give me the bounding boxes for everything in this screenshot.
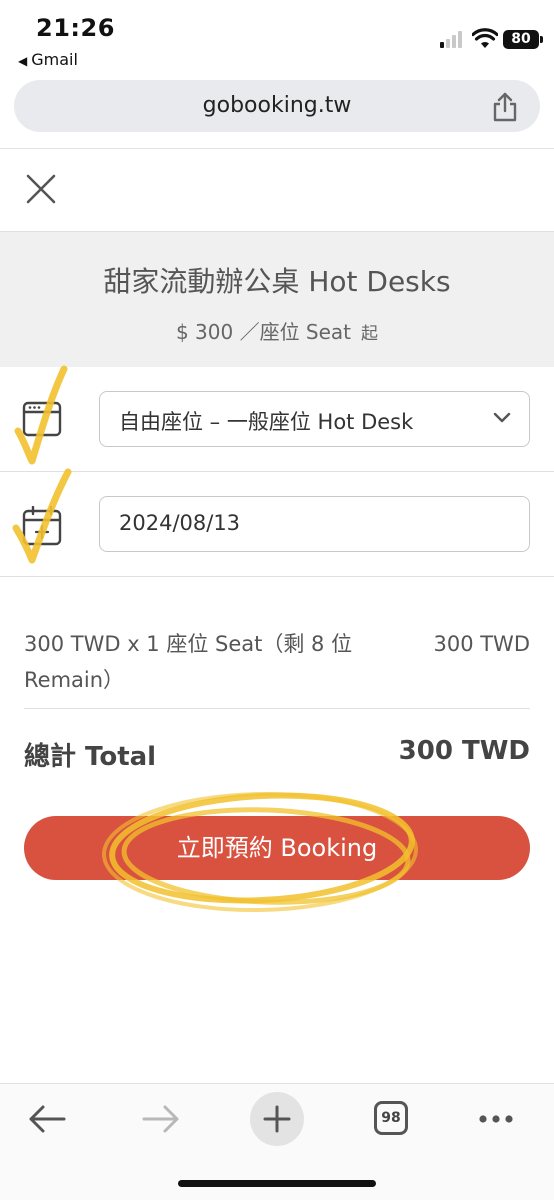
total-label: 總計 Total (24, 742, 157, 772)
product-title: 甜家流動辦公桌 Hot Desks (103, 265, 451, 298)
status-bar: 21:26 ◀ Gmail 80 (0, 0, 554, 72)
total-value: 300 TWD (398, 736, 530, 766)
date-row: 2024/08/13 (0, 468, 554, 577)
date-input[interactable]: 2024/08/13 (99, 496, 530, 552)
seat-type-select[interactable]: 自由座位 – 一般座位 Hot Desk (99, 391, 530, 447)
share-icon[interactable] (492, 92, 518, 122)
product-header: 甜家流動辦公桌 Hot Desks $ 300 ／座位 Seat 起 (0, 231, 554, 367)
calendar-icon (22, 506, 62, 546)
status-time: 21:26 (36, 14, 115, 42)
divider (24, 708, 530, 709)
back-to-app-link[interactable]: ◀ Gmail (18, 50, 78, 69)
close-icon[interactable] (26, 174, 56, 204)
new-tab-button[interactable] (250, 1092, 304, 1146)
chevron-down-icon (493, 412, 511, 423)
line-item-description: 300 TWD x 1 座位 Seat（剩 8 位 Remain） (24, 632, 353, 692)
tab-switcher-button[interactable]: 98 (374, 1101, 408, 1135)
url-text[interactable]: gobooking.tw (14, 93, 540, 118)
date-value: 2024/08/13 (119, 511, 241, 535)
product-price: $ 300 ／座位 Seat 起 (0, 316, 554, 345)
line-item-amount: 300 TWD (433, 632, 530, 656)
seat-type-icon (22, 401, 62, 437)
divider (0, 148, 554, 149)
address-bar[interactable]: gobooking.tw (14, 80, 540, 132)
back-arrow-icon[interactable] (28, 1104, 66, 1134)
cellular-signal-icon (440, 30, 466, 48)
booking-button[interactable]: 立即預約 Booking (24, 816, 530, 880)
seat-type-row: 自由座位 – 一般座位 Hot Desk (0, 365, 554, 472)
battery-indicator: 80 (503, 30, 543, 49)
wifi-icon (472, 28, 498, 48)
home-indicator (178, 1180, 376, 1187)
more-options-icon[interactable] (478, 1114, 514, 1124)
forward-arrow-icon[interactable] (142, 1104, 180, 1134)
price-text: $ 300 ／座位 Seat (175, 320, 352, 344)
plus-icon (263, 1105, 291, 1133)
back-arrow-icon: ◀ (18, 54, 28, 68)
seat-type-value: 自由座位 – 一般座位 Hot Desk (119, 410, 414, 434)
price-from-label: 起 (361, 324, 379, 344)
back-app-label: Gmail (31, 50, 78, 69)
